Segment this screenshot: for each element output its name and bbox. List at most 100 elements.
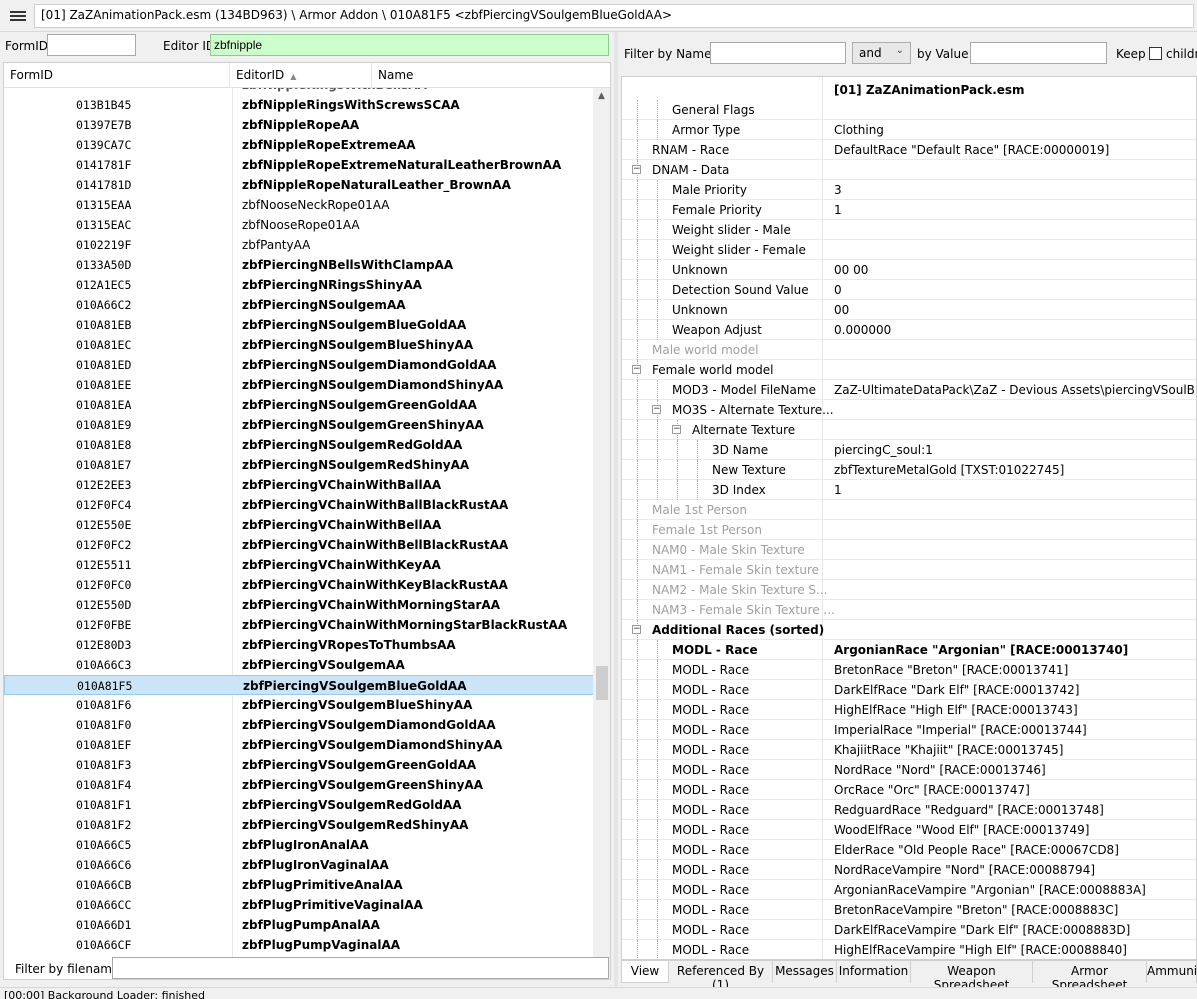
hamburger-menu-icon[interactable]	[4, 4, 32, 28]
column-editorid[interactable]: EditorID ▲	[230, 63, 372, 88]
tree-row[interactable]: − DNAM - Data	[622, 160, 1196, 180]
table-row[interactable]: 0139CA7C zbfNippleRopeExtremeAA	[4, 135, 594, 155]
tree-row[interactable]: Unknown 00	[622, 300, 1196, 320]
formid-input[interactable]	[47, 34, 136, 56]
table-row[interactable]: 010A81F2 zbfPiercingVSoulgemRedShinyAA	[4, 815, 594, 835]
tree-row[interactable]: Detection Sound Value 0	[622, 280, 1196, 300]
collapse-icon[interactable]: −	[672, 425, 681, 434]
collapse-icon[interactable]: −	[652, 405, 661, 414]
scroll-up-icon[interactable]: ▲	[593, 88, 610, 105]
table-row[interactable]: 012E550D zbfPiercingVChainWithMorningStar…	[4, 595, 594, 615]
collapse-icon[interactable]: −	[632, 625, 641, 634]
tab-item[interactable]: Ammuni	[1147, 961, 1197, 983]
editorid-input[interactable]	[210, 34, 609, 56]
tree-row[interactable]: − MO3S - Alternate Texture...	[622, 400, 1196, 420]
table-row[interactable]: 010A66C6 zbfPlugIronVaginalAA	[4, 855, 594, 875]
table-row[interactable]: 010A66CF zbfPlugPumpVaginalAA	[4, 935, 594, 955]
table-row[interactable]: 010A66D1 zbfPlugPumpAnalAA	[4, 915, 594, 935]
filter-filename-input[interactable]	[112, 957, 609, 979]
table-row[interactable]: 010A81EB zbfPiercingNSoulgemBlueGoldAA	[4, 315, 594, 335]
tree-row[interactable]: Male world model	[622, 340, 1196, 360]
table-row[interactable]: 012E5511 zbfPiercingVChainWithKeyAA	[4, 555, 594, 575]
tree-row[interactable]: − Female world model	[622, 360, 1196, 380]
table-row[interactable]: 010A81F1 zbfPiercingVSoulgemRedGoldAA	[4, 795, 594, 815]
tree-row[interactable]: NAM3 - Female Skin Texture ...	[622, 600, 1196, 620]
tree-row[interactable]: MODL - Race KhajiitRace "Khajiit" [RACE:0…	[622, 740, 1196, 760]
filter-value-input[interactable]	[970, 42, 1107, 64]
column-formid[interactable]: FormID	[4, 63, 230, 88]
filter-name-input[interactable]	[710, 42, 846, 64]
tree-row[interactable]: NAM2 - Male Skin Texture S...	[622, 580, 1196, 600]
tree-row[interactable]: Female Priority 1	[622, 200, 1196, 220]
tree-row[interactable]: MODL - Race BretonRace "Breton" [RACE:000…	[622, 660, 1196, 680]
table-row[interactable]: 0102219F zbfPantyAA	[4, 235, 594, 255]
tree-row[interactable]: MODL - Race NordRace "Nord" [RACE:0001374…	[622, 760, 1196, 780]
table-row[interactable]: 012A1EC5 zbfPiercingNRingsShinyAA	[4, 275, 594, 295]
table-row[interactable]: 012E550E zbfPiercingVChainWithBellAA	[4, 515, 594, 535]
tree-row[interactable]: Weapon Adjust 0.000000	[622, 320, 1196, 340]
table-row[interactable]: 010A81F6 zbfPiercingVSoulgemBlueShinyAA	[4, 695, 594, 715]
table-row[interactable]: 010A81F4 zbfPiercingVSoulgemGreenShinyAA	[4, 775, 594, 795]
table-row[interactable]: 012E2EE3 zbfPiercingVChainWithBallAA	[4, 475, 594, 495]
table-row[interactable]: 012F0FBE zbfPiercingVChainWithMorningStar…	[4, 615, 594, 635]
tree-row[interactable]: MODL - Race ElderRace "Old People Race" […	[622, 840, 1196, 860]
tab-item[interactable]: Weapon Spreadsheet	[911, 961, 1033, 992]
table-row[interactable]: 010A66C2 zbfPiercingNSoulgemAA	[4, 295, 594, 315]
table-row[interactable]: 010A66C5 zbfPlugIronAnalAA	[4, 835, 594, 855]
keep-children-checkbox[interactable]	[1149, 47, 1162, 60]
table-row[interactable]: 013B1B45 zbfNippleRingsWithScrewsSCAA	[4, 95, 594, 115]
tree-row[interactable]: NAM0 - Male Skin Texture	[622, 540, 1196, 560]
tree-row[interactable]: MODL - Race ArgonianRace "Argonian" [RACE…	[622, 640, 1196, 660]
table-row[interactable]: 010A81ED zbfPiercingNSoulgemDiamondGoldAA	[4, 355, 594, 375]
table-row[interactable]: 0141781F zbfNippleRopeExtremeNaturalLeath…	[4, 155, 594, 175]
table-row[interactable]: 010A81F3 zbfPiercingVSoulgemGreenGoldAA	[4, 755, 594, 775]
tree-row[interactable]: RNAM - Race DefaultRace "Default Race" [R…	[622, 140, 1196, 160]
tree-row[interactable]: − Additional Races (sorted)	[622, 620, 1196, 640]
table-row[interactable]: 0141781D zbfNippleRopeNaturalLeather_Brow…	[4, 175, 594, 195]
collapse-icon[interactable]: −	[632, 165, 641, 174]
tree-row[interactable]: MODL - Race HighElfRaceVampire "High Elf"…	[622, 940, 1196, 959]
table-row[interactable]: 010A66CC zbfPlugPrimitiveVaginalAA	[4, 895, 594, 915]
tab-item[interactable]: Armor Spreadsheet	[1033, 961, 1147, 992]
tree-row[interactable]: MODL - Race DarkElfRaceVampire "Dark Elf"…	[622, 920, 1196, 940]
column-name[interactable]: Name	[372, 63, 592, 88]
table-row[interactable]: 010A81EC zbfPiercingNSoulgemBlueShinyAA	[4, 335, 594, 355]
tree-row[interactable]: NAM1 - Female Skin texture	[622, 560, 1196, 580]
table-row[interactable]: 012F0FC4 zbfPiercingVChainWithBallBlackRu…	[4, 495, 594, 515]
table-row[interactable]: 010A81EA zbfPiercingNSoulgemGreenGoldAA	[4, 395, 594, 415]
tree-row[interactable]: MODL - Race RedguardRace "Redguard" [RACE…	[622, 800, 1196, 820]
table-row[interactable]: 010A81EF zbfPiercingVSoulgemDiamondShinyA…	[4, 735, 594, 755]
tree-row[interactable]: MODL - Race BretonRaceVampire "Breton" [R…	[622, 900, 1196, 920]
table-row[interactable]: 010A81E9 zbfPiercingNSoulgemGreenShinyAA	[4, 415, 594, 435]
table-row[interactable]: 012F0FC2 zbfPiercingVChainWithBellBlackRu…	[4, 535, 594, 555]
tree-row[interactable]: MODL - Race OrcRace "Orc" [RACE:00013747]	[622, 780, 1196, 800]
tree-row[interactable]: MODL - Race ImperialRace "Imperial" [RACE…	[622, 720, 1196, 740]
table-row[interactable]: 010A81E8 zbfPiercingNSoulgemRedGoldAA	[4, 435, 594, 455]
tree-row[interactable]: Female 1st Person	[622, 520, 1196, 540]
tab-item[interactable]: Information	[837, 961, 911, 983]
table-row[interactable]: 010A81F0 zbfPiercingVSoulgemDiamondGoldAA	[4, 715, 594, 735]
tree-row[interactable]: Armor Type Clothing	[622, 120, 1196, 140]
table-row[interactable]: 01315EAC zbfNooseRope01AA	[4, 215, 594, 235]
and-or-select[interactable]: and ⌄	[852, 42, 911, 64]
tree-row[interactable]: MODL - Race WoodElfRace "Wood Elf" [RACE:…	[622, 820, 1196, 840]
tree-row[interactable]: − Alternate Texture	[622, 420, 1196, 440]
table-row[interactable]: 012E80D3 zbfPiercingVRopesToThumbsAA	[4, 635, 594, 655]
collapse-icon[interactable]: −	[632, 365, 641, 374]
tree-row[interactable]: Weight slider - Female	[622, 240, 1196, 260]
table-row[interactable]: 0133A50D zbfPiercingNBellsWithClampAA	[4, 255, 594, 275]
tree-row[interactable]: Unknown 00 00	[622, 260, 1196, 280]
tree-row[interactable]: Male Priority 3	[622, 180, 1196, 200]
tree-row[interactable]: 3D Index 1	[622, 480, 1196, 500]
table-row[interactable]: 01397E7B zbfNippleRopeAA	[4, 115, 594, 135]
tree-row[interactable]: MOD3 - Model FileName ZaZ-UltimateDataPac…	[622, 380, 1196, 400]
table-row[interactable]: 010A66C3 zbfPiercingVSoulgemAA	[4, 655, 594, 675]
tree-row[interactable]: New Texture zbfTextureMetalGold [TXST:010…	[622, 460, 1196, 480]
tree-row[interactable]: MODL - Race HighElfRace "High Elf" [RACE:…	[622, 700, 1196, 720]
tab-item[interactable]: Referenced By (1)	[669, 961, 773, 992]
tree-row[interactable]: Weight slider - Male	[622, 220, 1196, 240]
tree-row[interactable]: MODL - Race ArgonianRaceVampire "Argonian…	[622, 880, 1196, 900]
tree-row[interactable]: General Flags	[622, 100, 1196, 120]
tree-row[interactable]: 3D Name piercingC_soul:1	[622, 440, 1196, 460]
grid-scrollbar[interactable]: ▲ ▼	[593, 88, 610, 978]
